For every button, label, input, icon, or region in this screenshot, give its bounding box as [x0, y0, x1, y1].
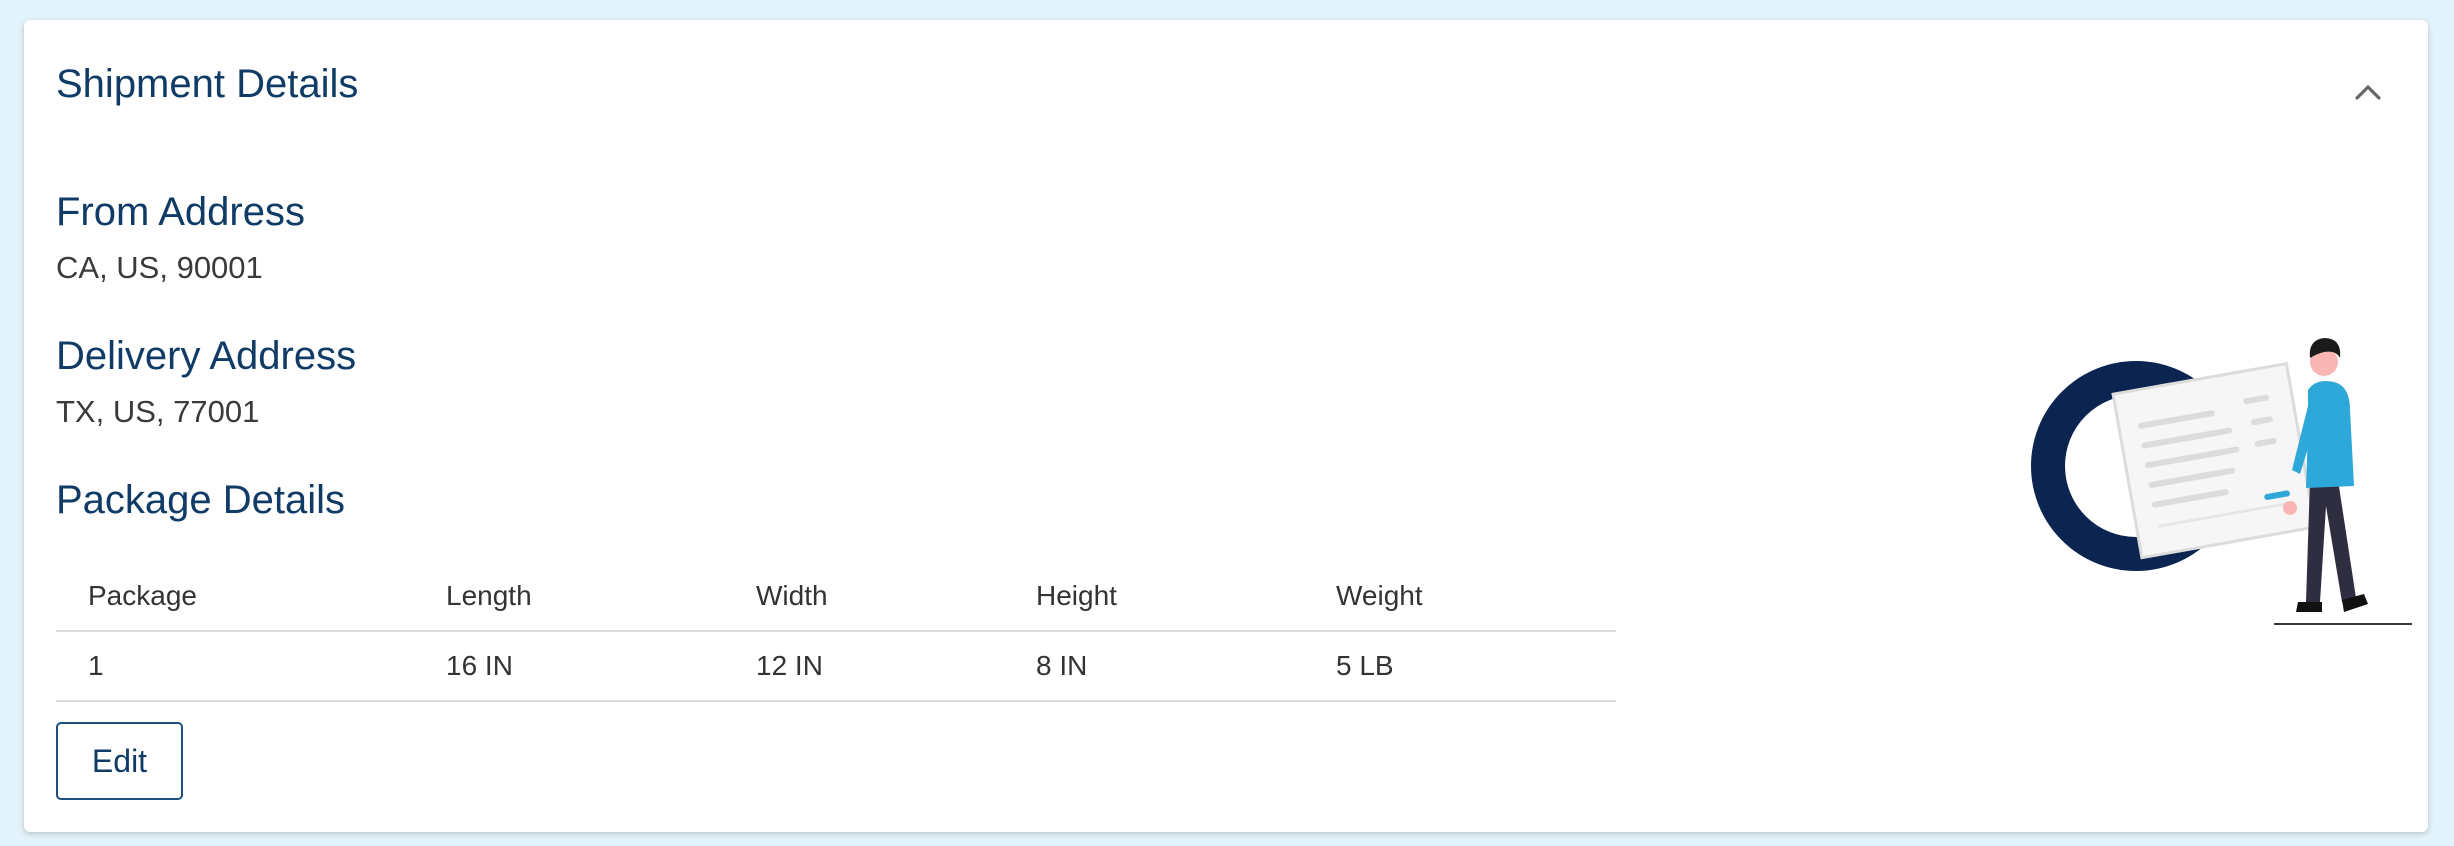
from-address-value: CA, US, 90001 — [56, 250, 263, 285]
column-header-package: Package — [88, 580, 197, 611]
package-details-heading: Package Details — [56, 478, 346, 522]
person-with-document-illustration — [2024, 310, 2424, 635]
column-header-length: Length — [446, 580, 532, 611]
table-row: 1 16 IN 12 IN 8 IN 5 LB — [56, 632, 1616, 702]
collapse-toggle-button[interactable] — [2348, 72, 2388, 112]
width-cell: 12 IN — [756, 650, 823, 681]
column-header-height: Height — [1036, 580, 1117, 611]
chevron-up-icon — [2355, 85, 2381, 100]
delivery-address-heading: Delivery Address — [56, 334, 357, 378]
package-table: Package Length Width Height Weight 1 16 … — [56, 562, 1616, 702]
package-table-header: Package Length Width Height Weight — [56, 562, 1616, 632]
document-shape — [2111, 361, 2317, 560]
person-torso — [2306, 381, 2354, 488]
weight-cell: 5 LB — [1336, 650, 1394, 681]
person-legs — [2306, 480, 2356, 602]
shipment-details-card: Shipment Details From Address CA, US, 90… — [24, 20, 2428, 832]
height-cell: 8 IN — [1036, 650, 1088, 681]
length-cell: 16 IN — [446, 650, 513, 681]
column-header-width: Width — [756, 580, 828, 611]
edit-button[interactable]: Edit — [56, 722, 183, 800]
delivery-address-value: TX, US, 77001 — [56, 394, 260, 429]
package-number-cell: 1 — [88, 650, 104, 681]
card-title: Shipment Details — [56, 62, 359, 106]
from-address-heading: From Address — [56, 190, 305, 234]
column-header-weight: Weight — [1336, 580, 1423, 611]
person-hand — [2283, 501, 2297, 515]
